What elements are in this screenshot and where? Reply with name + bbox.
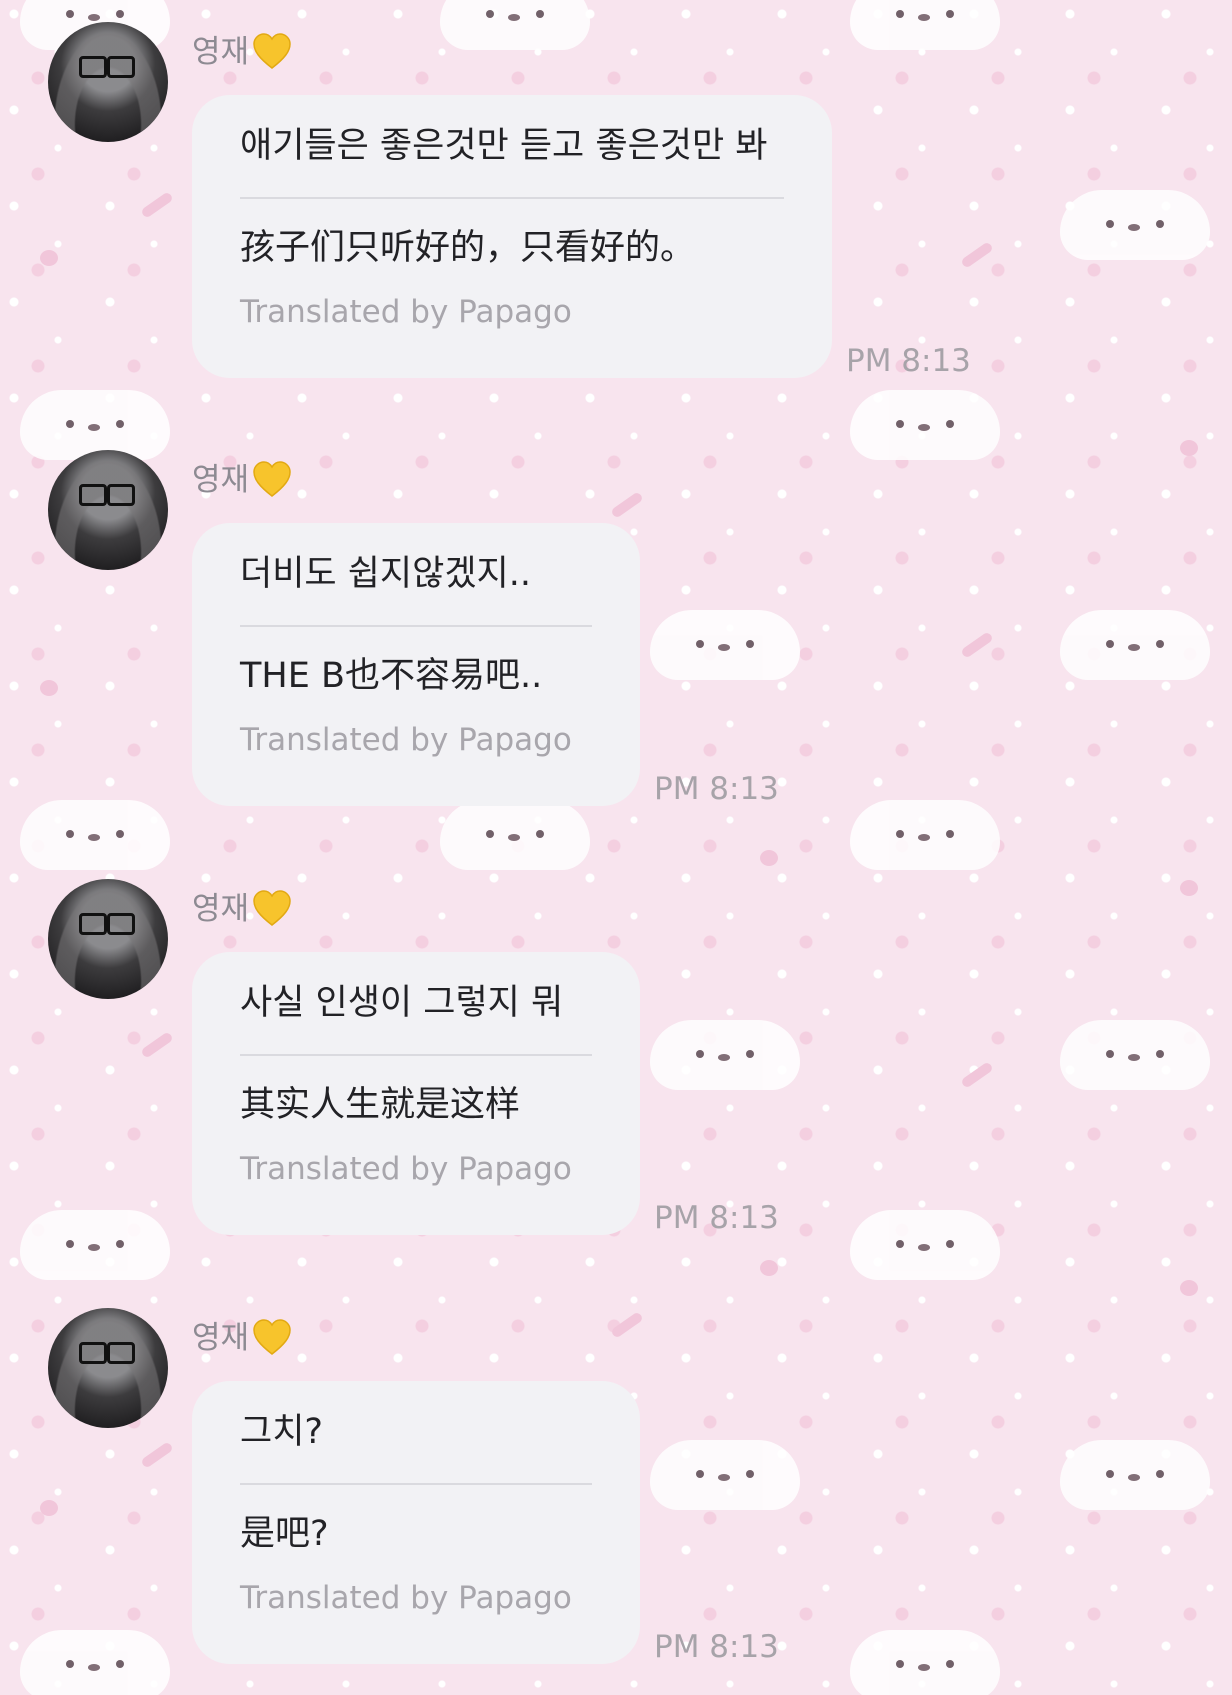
yellow-heart-icon bbox=[251, 1317, 293, 1359]
message-timestamp: PM 8:13 bbox=[654, 1629, 779, 1665]
avatar-hood bbox=[48, 1308, 168, 1428]
avatar-glasses bbox=[79, 1342, 135, 1364]
avatar[interactable] bbox=[48, 1308, 168, 1428]
bubble-divider bbox=[240, 197, 784, 199]
translated-text: THE B也不容易吧.. bbox=[240, 656, 543, 696]
chat-message: 영재 더비도 쉽지않겠지.. THE B也不容易吧.. Translated b… bbox=[0, 428, 1232, 828]
sender-name: 영재 bbox=[192, 891, 250, 927]
bubble-divider bbox=[240, 625, 592, 627]
translation-credit: Translated by Papago bbox=[240, 722, 572, 758]
avatar[interactable] bbox=[48, 879, 168, 999]
original-text: 사실 인생이 그렇지 뭐 bbox=[240, 983, 564, 1023]
avatar[interactable] bbox=[48, 450, 168, 570]
avatar-glasses bbox=[79, 913, 135, 935]
translation-credit: Translated by Papago bbox=[240, 1580, 572, 1616]
chat-message: 영재 사실 인생이 그렇지 뭐 其实人生就是这样 Translated by P… bbox=[0, 857, 1232, 1257]
avatar[interactable] bbox=[48, 22, 168, 142]
message-bubble[interactable]: 사실 인생이 그렇지 뭐 其实人生就是这样 Translated by Papa… bbox=[192, 952, 640, 1235]
sender-row: 영재 bbox=[192, 458, 293, 502]
yellow-heart-icon bbox=[251, 888, 293, 930]
avatar-hood bbox=[48, 450, 168, 570]
bubble-divider bbox=[240, 1483, 592, 1485]
original-text: 애기들은 좋은것만 듣고 좋은것만 봐 bbox=[240, 126, 768, 166]
avatar-hood bbox=[48, 22, 168, 142]
translated-text: 其实人生就是这样 bbox=[240, 1085, 521, 1125]
avatar-glasses bbox=[79, 56, 135, 78]
sender-name: 영재 bbox=[192, 1320, 250, 1356]
original-text: 그치? bbox=[240, 1412, 323, 1452]
chat-message: 영재 애기들은 좋은것만 듣고 좋은것만 봐 孩子们只听好的，只看好的。 Tra… bbox=[0, 0, 1232, 400]
bubble-divider bbox=[240, 1054, 592, 1056]
sender-row: 영재 bbox=[192, 1316, 293, 1360]
message-timestamp: PM 8:13 bbox=[654, 771, 779, 807]
yellow-heart-icon bbox=[251, 31, 293, 73]
yellow-heart-icon bbox=[251, 459, 293, 501]
chat-message: 영재 그치? 是吧? Translated by Papago PM 8:13 bbox=[0, 1286, 1232, 1686]
translated-text: 是吧? bbox=[240, 1514, 329, 1554]
sender-name: 영재 bbox=[192, 34, 250, 70]
translation-credit: Translated by Papago bbox=[240, 1151, 572, 1187]
message-bubble[interactable]: 그치? 是吧? Translated by Papago bbox=[192, 1381, 640, 1664]
original-text: 더비도 쉽지않겠지.. bbox=[240, 554, 531, 594]
sender-row: 영재 bbox=[192, 887, 293, 931]
avatar-hood bbox=[48, 879, 168, 999]
chat-message-list[interactable]: 영재 애기들은 좋은것만 듣고 좋은것만 봐 孩子们只听好的，只看好的。 Tra… bbox=[0, 0, 1232, 1695]
sender-row: 영재 bbox=[192, 30, 293, 74]
translated-text: 孩子们只听好的，只看好的。 bbox=[240, 228, 696, 268]
message-bubble[interactable]: 애기들은 좋은것만 듣고 좋은것만 봐 孩子们只听好的，只看好的。 Transl… bbox=[192, 95, 832, 378]
translation-credit: Translated by Papago bbox=[240, 294, 572, 330]
sender-name: 영재 bbox=[192, 462, 250, 498]
message-timestamp: PM 8:13 bbox=[654, 1200, 779, 1236]
message-bubble[interactable]: 더비도 쉽지않겠지.. THE B也不容易吧.. Translated by P… bbox=[192, 523, 640, 806]
message-timestamp: PM 8:13 bbox=[846, 343, 971, 379]
avatar-glasses bbox=[79, 484, 135, 506]
